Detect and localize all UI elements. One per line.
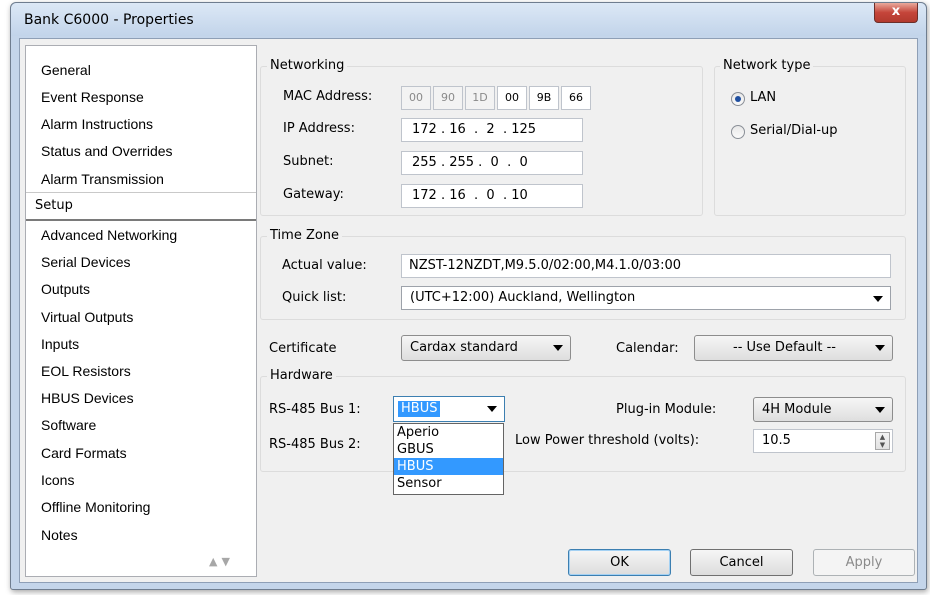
mac-octet-2: 90 (433, 86, 463, 110)
mac-octet-1: 00 (401, 86, 431, 110)
actual-value-label: Actual value: (282, 258, 367, 273)
sidebar-item-serial-devices[interactable]: Serial Devices (26, 249, 256, 275)
dialog-body: General Event Response Alarm Instruction… (19, 38, 918, 583)
networking-group-label: Networking (267, 58, 348, 73)
chevron-down-icon (873, 296, 883, 302)
certificate-label: Certificate (269, 341, 337, 356)
low-power-threshold-value: 10.5 (762, 433, 791, 448)
serial-dialup-radio-label[interactable]: Serial/Dial-up (750, 123, 838, 138)
title-bar[interactable]: Bank C6000 - Properties x (11, 3, 926, 36)
sidebar-item-eol-resistors[interactable]: EOL Resistors (26, 358, 256, 384)
mac-octet-3: 1D (465, 86, 495, 110)
calendar-select[interactable]: -- Use Default -- (694, 335, 893, 361)
sidebar-item-alarm-transmission[interactable]: Alarm Transmission (26, 166, 256, 192)
scroll-arrows-icon[interactable]: ▲▼ (209, 555, 234, 568)
chevron-down-icon (553, 345, 563, 351)
spinner-arrows-icon[interactable]: ▲ ▼ (875, 432, 890, 450)
sidebar-item-event-response[interactable]: Event Response (26, 84, 256, 110)
lan-radio-label[interactable]: LAN (750, 90, 776, 105)
bus-option-gbus[interactable]: GBUS (394, 441, 503, 458)
actual-value-field[interactable]: NZST-12NZDT,M9.5.0/02:00,M4.1.0/03:00 (401, 254, 891, 278)
sidebar-item-status-overrides[interactable]: Status and Overrides (26, 138, 256, 164)
apply-button[interactable]: Apply (813, 549, 915, 576)
ip-address-label: IP Address: (283, 121, 355, 136)
sidebar-item-alarm-instructions[interactable]: Alarm Instructions (26, 111, 256, 137)
sidebar-item-setup[interactable]: Setup (26, 192, 256, 221)
sidebar-item-notes[interactable]: Notes (26, 522, 256, 548)
mac-octet-4[interactable]: 00 (497, 86, 527, 110)
cancel-button[interactable]: Cancel (690, 549, 793, 576)
network-type-group (714, 66, 906, 216)
serial-dialup-radio[interactable] (731, 125, 745, 139)
calendar-value: -- Use Default -- (733, 340, 836, 355)
quick-list-select[interactable]: (UTC+12:00) Auckland, Wellington (401, 286, 891, 310)
quick-list-value: (UTC+12:00) Auckland, Wellington (410, 290, 636, 305)
low-power-threshold-field[interactable]: 10.5 ▲ ▼ (753, 429, 893, 453)
bus-options-dropdown: Aperio GBUS HBUS Sensor (393, 423, 504, 495)
hardware-group-label: Hardware (267, 368, 336, 383)
low-power-threshold-label: Low Power threshold (volts): (515, 433, 700, 448)
plugin-module-select[interactable]: 4H Module (753, 397, 893, 422)
sidebar-item-outputs[interactable]: Outputs (26, 276, 256, 302)
sidebar-item-advanced-networking[interactable]: Advanced Networking (26, 222, 256, 248)
certificate-select[interactable]: Cardax standard (401, 335, 571, 361)
sidebar-item-inputs[interactable]: Inputs (26, 331, 256, 357)
certificate-value: Cardax standard (410, 340, 518, 355)
gateway-label: Gateway: (283, 187, 344, 202)
ok-button[interactable]: OK (568, 549, 671, 576)
lan-radio[interactable] (731, 92, 745, 106)
sidebar-item-software[interactable]: Software (26, 412, 256, 438)
hardware-group (260, 376, 906, 472)
sidebar-item-card-formats[interactable]: Card Formats (26, 440, 256, 466)
rs485-bus2-label: RS-485 Bus 2: (269, 437, 361, 452)
quick-list-label: Quick list: (282, 290, 347, 305)
mac-octet-5[interactable]: 9B (529, 86, 559, 110)
rs485-bus1-select[interactable]: HBUS (393, 396, 505, 422)
sidebar-item-virtual-outputs[interactable]: Virtual Outputs (26, 304, 256, 330)
gateway-field[interactable]: 172 . 16 . 0 . 10 (401, 184, 583, 208)
bus-option-hbus[interactable]: HBUS (394, 458, 503, 475)
close-icon: x (891, 4, 901, 19)
time-zone-group-label: Time Zone (267, 228, 343, 243)
close-button[interactable]: x (874, 3, 918, 23)
rs485-bus1-value: HBUS (398, 401, 441, 417)
chevron-down-icon (487, 406, 497, 412)
subnet-field[interactable]: 255 . 255 . 0 . 0 (401, 151, 583, 175)
sidebar-item-offline-monitoring[interactable]: Offline Monitoring (26, 494, 256, 520)
sidebar-list: General Event Response Alarm Instruction… (25, 45, 257, 577)
chevron-down-icon (875, 345, 885, 351)
sidebar-item-icons[interactable]: Icons (26, 467, 256, 493)
network-type-group-label: Network type (720, 58, 814, 73)
chevron-down-icon (875, 407, 885, 413)
plugin-module-label: Plug-in Module: (616, 402, 717, 417)
properties-window: Bank C6000 - Properties x General Event … (10, 2, 927, 590)
sidebar-item-general[interactable]: General (26, 57, 256, 83)
bus-option-aperio[interactable]: Aperio (394, 424, 503, 441)
mac-address-label: MAC Address: (283, 89, 373, 104)
mac-octet-6[interactable]: 66 (561, 86, 591, 110)
window-title: Bank C6000 - Properties (24, 12, 194, 28)
ip-address-field[interactable]: 172 . 16 . 2 . 125 (401, 118, 583, 142)
calendar-label: Calendar: (616, 341, 679, 356)
subnet-label: Subnet: (283, 154, 334, 169)
rs485-bus1-label: RS-485 Bus 1: (269, 402, 361, 417)
sidebar-item-hbus-devices[interactable]: HBUS Devices (26, 385, 256, 411)
plugin-module-value: 4H Module (762, 402, 832, 417)
bus-option-sensor[interactable]: Sensor (394, 475, 503, 492)
